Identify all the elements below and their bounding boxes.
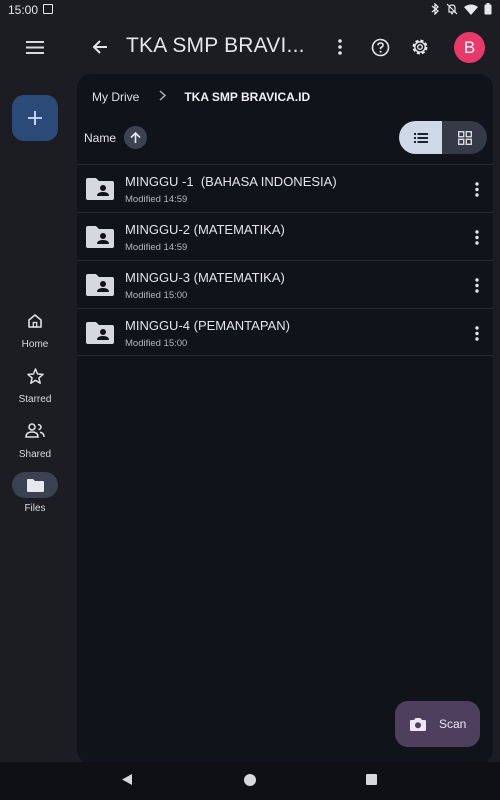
more-vert-icon [475,181,479,197]
nav-back-button[interactable] [121,773,133,791]
new-button[interactable] [12,95,58,141]
scan-label: Scan [439,717,467,731]
sort-control[interactable]: Name [84,126,148,149]
item-more-button[interactable] [469,275,485,295]
nav-home-button[interactable] [244,774,256,786]
chevron-right-icon [159,90,167,104]
file-modified: Modified 15:00 [125,290,188,301]
back-button[interactable] [86,34,114,60]
avatar[interactable]: B [454,32,485,63]
rail-item-label: Home [21,339,49,350]
notifications-off-icon [446,3,458,15]
gear-icon [412,39,428,55]
file-name: MINGGU-2 (MATEMATIKA) [125,222,285,237]
list-view-button[interactable] [399,121,442,154]
more-vert-icon [475,325,479,341]
arrow-up-icon [130,131,141,143]
file-name: MINGGU -1 (BAHASA INDONESIA) [125,174,337,189]
file-list: MINGGU -1 (BAHASA INDONESIA) Modified 14… [77,164,493,356]
grid-view-icon [457,130,472,145]
shared-folder-icon [86,322,114,349]
battery-icon [484,3,492,15]
breadcrumb: My Drive TKA SMP BRAVICA.ID [92,90,310,104]
rail-item-label: Shared [18,449,52,460]
file-modified: Modified 14:59 [125,242,188,253]
breadcrumb-my-drive[interactable]: My Drive [92,90,139,104]
avatar-initial: B [463,37,476,57]
camera-icon [410,717,426,731]
file-name: MINGGU-4 (PEMANTAPAN) [125,318,290,333]
folder-icon [26,478,44,492]
rail-item-home[interactable]: Home [0,308,70,350]
item-more-button[interactable] [469,323,485,343]
nav-recents-button[interactable] [366,774,377,785]
shared-icon [25,423,45,438]
shared-folder-icon [86,178,114,205]
menu-button[interactable] [20,34,50,60]
list-item[interactable]: MINGGU -1 (BAHASA INDONESIA) Modified 14… [77,164,493,212]
help-icon [371,38,389,56]
scan-button[interactable]: Scan [395,701,480,747]
breadcrumb-current-folder: TKA SMP BRAVICA.ID [184,90,311,104]
status-icons [431,3,492,15]
rail-item-files[interactable]: Files [0,472,70,514]
more-vert-icon [475,229,479,245]
triangle-back-icon [122,774,132,785]
arrow-back-icon [92,40,107,54]
rail-item-starred[interactable]: Starred [0,363,70,405]
rail-item-label: Starred [18,394,52,405]
item-more-button[interactable] [469,227,485,247]
item-more-button[interactable] [469,179,485,199]
more-options-button[interactable] [328,34,352,60]
grid-view-button[interactable] [442,121,487,154]
bluetooth-icon [431,3,439,15]
list-item[interactable]: MINGGU-4 (PEMANTAPAN) Modified 15:00 [77,308,493,356]
status-time: 15:00 [8,3,39,17]
settings-button[interactable] [407,34,433,60]
shared-folder-icon [86,274,114,301]
hamburger-menu-icon [26,40,44,54]
list-item[interactable]: MINGGU-2 (MATEMATIKA) Modified 14:59 [77,212,493,260]
sort-direction-button[interactable] [124,126,148,149]
rail-item-label: Files [24,503,46,514]
page-title: TKA SMP BRAVI... [126,34,305,57]
help-button[interactable] [367,34,393,60]
list-item[interactable]: MINGGU-3 (MATEMATIKA) Modified 15:00 [77,260,493,308]
file-modified: Modified 15:00 [125,338,188,349]
sim-notification-icon [43,4,53,14]
star-icon [26,367,44,384]
status-bar: 15:00 [0,0,500,20]
plus-icon [28,111,42,125]
shared-folder-icon [86,226,114,253]
view-toggle [399,121,487,154]
file-name: MINGGU-3 (MATEMATIKA) [125,270,285,285]
sort-label[interactable]: Name [84,131,116,145]
wifi-icon [464,4,478,15]
more-vert-icon [338,39,342,55]
rail-item-shared[interactable]: Shared [0,418,70,460]
list-view-icon [413,132,428,143]
more-vert-icon [475,277,479,293]
home-icon [28,314,42,328]
file-modified: Modified 14:59 [125,194,188,205]
